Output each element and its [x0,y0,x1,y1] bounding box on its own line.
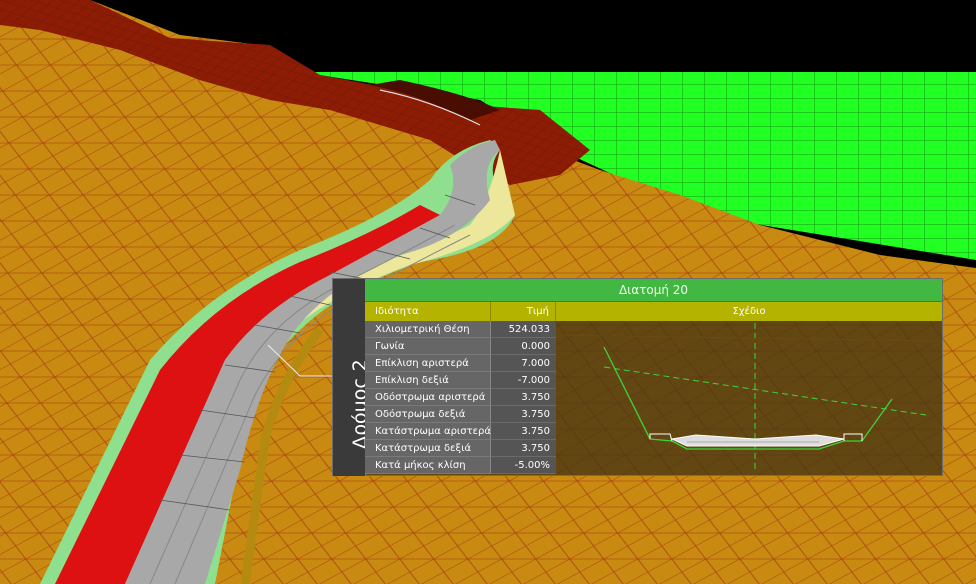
property-value[interactable]: 3.750 [491,423,556,440]
property-label: Κατά μήκος κλίση [365,457,491,474]
table-row[interactable]: Κατάστρωμα δεξιά 3.750 [365,440,556,457]
table-row[interactable]: Επίκλιση αριστερά 7.000 [365,355,556,372]
property-value[interactable]: 3.750 [491,389,556,406]
property-value[interactable]: 3.750 [491,440,556,457]
property-label: Κατάστρωμα δεξιά [365,440,491,457]
property-value[interactable]: 524.033 [491,321,556,338]
cross-section-drawing[interactable] [556,321,942,475]
property-label: Οδόστρωμα αριστερά [365,389,491,406]
header-property[interactable]: Ιδιότητα [365,302,491,321]
property-label: Χιλιομετρική Θέση [365,321,491,338]
header-value[interactable]: Τιμή [491,302,556,321]
property-value[interactable]: -5.00% [491,457,556,474]
property-label: Οδόστρωμα δεξιά [365,406,491,423]
reference-line [603,366,927,416]
property-table: Χιλιομετρική Θέση 524.033 Γωνία 0.000 Επίκ… [365,321,556,474]
road-section-layers [670,434,845,447]
panel-title: Διατομή 20 [365,279,942,302]
pavement-right [843,433,863,441]
table-row[interactable]: Χιλιομετρική Θέση 524.033 [365,321,556,338]
table-row[interactable]: Γωνία 0.000 [365,338,556,355]
property-label: Γωνία [365,338,491,355]
table-row[interactable]: Κατά μήκος κλίση -5.00% [365,457,556,474]
property-value[interactable]: 0.000 [491,338,556,355]
property-label: Επίκλιση αριστερά [365,355,491,372]
property-label: Επίκλιση δεξιά [365,372,491,389]
property-label: Κατάστρωμα αριστερά [365,423,491,440]
road-name-tab[interactable]: Δρόμος 2 [333,279,371,476]
header-drawing[interactable]: Σχέδιο [556,302,942,321]
table-row[interactable]: Επίκλιση δεξιά -7.000 [365,372,556,389]
surface-line [557,334,941,342]
property-value[interactable]: -7.000 [491,372,556,389]
property-value[interactable]: 3.750 [491,406,556,423]
cross-section-panel: Δρόμος 2 Διατομή 20 Ιδιότητα Τιμή Σχέδιο… [332,278,943,476]
table-row[interactable]: Οδόστρωμα αριστερά 3.750 [365,389,556,406]
property-value[interactable]: 7.000 [491,355,556,372]
table-row[interactable]: Κατάστρωμα αριστερά 3.750 [365,423,556,440]
table-row[interactable]: Οδόστρωμα δεξιά 3.750 [365,406,556,423]
